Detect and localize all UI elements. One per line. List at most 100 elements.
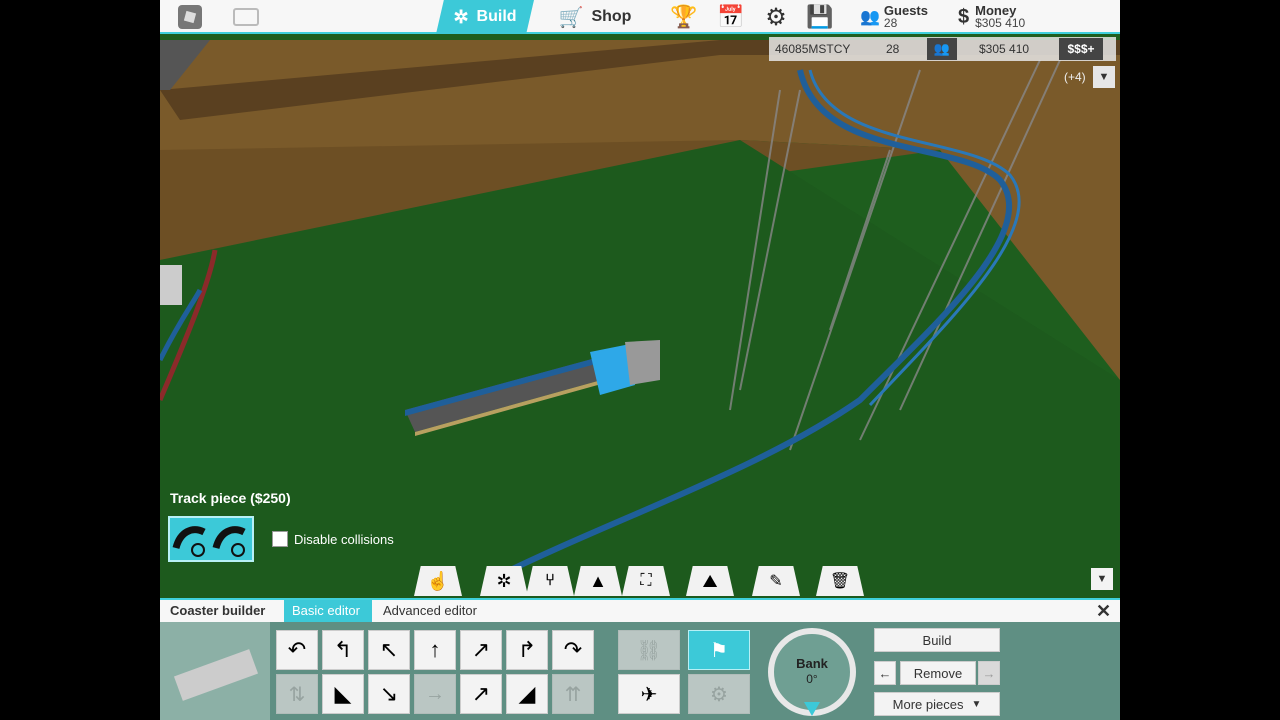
tool-delete[interactable]: 🗑 [816,566,864,596]
double-arrow-icon: ⇅ [288,683,306,706]
tool-terrain[interactable]: ⛰ [686,566,734,596]
piece-turn-right-down[interactable]: ↷ [552,630,594,670]
disable-collisions-toggle[interactable]: Disable collisions [272,531,394,547]
tab-advanced-editor[interactable]: Advanced editor [383,603,477,618]
game-scene [160,0,1120,600]
money-stat: $ Money $305 410 [958,0,1058,34]
money-value: $305 410 [975,16,1026,30]
hand-pointer-icon: ☝ [426,570,450,591]
chevron-down-icon: ▼ [971,698,982,710]
guests-value: 28 [883,16,898,30]
arrow-right-icon: → [982,665,996,681]
piece-up[interactable]: ↗ [460,674,502,714]
station-flag-icon: ⚑ [710,639,728,662]
chevron-down-icon: ▼ [1098,71,1110,83]
tree-icon: ▲ [589,570,607,591]
track-piece-thumbnail[interactable] [168,516,254,562]
coaster-preview [160,622,270,720]
tool-food[interactable]: ⑂ [526,566,574,596]
more-pieces-dropdown[interactable]: More pieces ▼ [874,692,1000,716]
piece-loop-disabled[interactable]: ⇈ [552,674,594,714]
remove-button[interactable]: Remove [900,661,976,685]
piece-turn-right[interactable]: ↱ [506,630,548,670]
mountain-icon: ⛰ [702,570,718,591]
piece-down[interactable]: ↘ [368,674,410,714]
tool-pointer[interactable]: ☝ [414,566,462,596]
piece-brake-disabled[interactable]: ⚙ [688,674,750,714]
park-code: 46085MSTCY [775,42,851,56]
ferris-wheel-icon: ✲ [453,6,469,27]
path-icon: ⛶ [640,572,652,589]
add-money-icon[interactable]: $$$+ [1059,38,1103,60]
piece-station[interactable]: ⚑ [688,630,750,670]
double-arrow-icon: ⇈ [564,683,582,706]
disable-collisions-checkbox[interactable] [272,531,288,547]
chain-icon: ⛓ [636,639,662,662]
build-button[interactable]: Build [874,628,1000,652]
piece-slight-left[interactable]: ↖ [368,630,410,670]
piece-slight-right[interactable]: ↗ [460,630,502,670]
slope-up-icon: ↗ [471,681,491,706]
previous-piece-button[interactable]: ← [874,661,896,685]
close-icon[interactable]: ✕ [1096,601,1111,622]
dropper-icon: ✎ [769,573,783,590]
track-piece-title: Track piece ($250) [170,490,291,506]
guests-group-icon[interactable]: 👥 [927,38,957,60]
bank-label: Bank [796,656,828,671]
piece-chain-lift-disabled[interactable]: ⛓ [618,630,680,670]
roblox-menu-icon[interactable] [174,0,206,34]
guests-icon: 👥 [860,9,880,26]
cart-icon: 🛒 [558,6,584,29]
top-bar: ✲ Build 🛒 Shop 🏆 📅 ⚙ 💾 👥 Guests 28 $ Mon… [160,0,1120,34]
coaster-car-icon [172,526,246,557]
more-pieces-label: More pieces [892,696,964,712]
game-viewport[interactable]: ✲ Build 🛒 Shop 🏆 📅 ⚙ 💾 👥 Guests 28 $ Mon… [160,0,1120,720]
disable-collisions-label: Disable collisions [294,531,394,547]
arrow-up-icon: ↑ [429,637,441,662]
tool-paint[interactable]: ✎ [752,566,800,596]
arrow-right-icon: → [425,682,445,705]
toolbar-collapse-button[interactable]: ▼ [1091,568,1113,590]
tab-basic-editor[interactable]: Basic editor [284,600,372,622]
piece-special[interactable]: ✈ [618,674,680,714]
fork-knife-icon: ⑂ [545,572,555,589]
piece-turn-left-down[interactable]: ↶ [276,630,318,670]
brake-icon: ⚙ [710,683,728,706]
build-tab[interactable]: ✲ Build [436,0,534,34]
chevron-down-icon: ▼ [1096,573,1108,585]
piece-straight[interactable]: ↑ [414,630,456,670]
player-money: $305 410 [979,42,1030,56]
piece-steep-down[interactable]: ◣ [322,674,364,714]
tool-rides[interactable]: ✲ [480,566,528,596]
piece-vertical-disabled[interactable]: ⇅ [276,674,318,714]
guests-stat: 👥 Guests 28 [860,0,940,34]
arrow-left-icon: ← [878,665,892,681]
shop-tab-label: Shop [591,8,632,25]
slope-up-icon: ◢ [518,681,536,706]
trash-icon: 🗑 [829,573,851,590]
dollar-icon: $ [958,5,970,28]
curve-left-icon: ↶ [287,637,307,662]
save-icon[interactable]: 💾 [800,0,840,34]
chat-icon[interactable] [230,0,262,34]
piece-turn-left[interactable]: ↰ [322,630,364,670]
bank-dial[interactable]: Bank 0° [768,628,856,716]
build-tab-label: Build [476,8,517,25]
expand-players-button[interactable]: ▼ [1093,66,1115,88]
piece-steep-up[interactable]: ◢ [506,674,548,714]
gear-icon[interactable]: ⚙ [756,0,796,34]
coaster-car-icon: ✈ [640,683,658,706]
bank-value: 0° [806,672,818,686]
shop-tab[interactable]: 🛒 Shop [545,0,645,34]
player-info-bar: 46085MSTCY 28 👥 $305 410 $$$+ [769,37,1116,61]
arrow-up-left-icon: ↖ [379,637,399,662]
calendar-icon[interactable]: 📅 [711,0,751,34]
curve-right-icon: ↱ [517,637,537,662]
tool-scenery[interactable]: ▲ [574,566,622,596]
curve-left-icon: ↰ [333,637,353,662]
next-piece-button[interactable]: → [978,661,1000,685]
trophy-icon[interactable]: 🏆 [664,0,704,34]
tool-paths[interactable]: ⛶ [622,566,670,596]
bank-indicator-icon[interactable] [804,702,820,716]
piece-flat-disabled[interactable]: → [414,674,456,714]
